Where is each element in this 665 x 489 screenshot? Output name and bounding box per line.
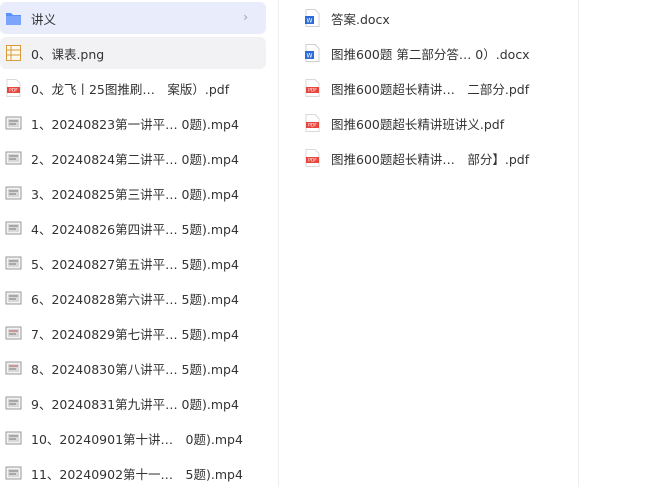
- file-row-6[interactable]: 4、20240826第四讲平… 5题).mp4: [0, 212, 266, 244]
- file-row-11[interactable]: 9、20240831第九讲平… 0题).mp4: [0, 387, 266, 419]
- file-name: 图推600题超长精讲… 二部分.pdf: [331, 81, 530, 97]
- file-name: 图推600题 第二部分答… 0）.docx: [331, 46, 530, 62]
- video-file-icon: [5, 466, 22, 480]
- chevron-right-icon[interactable]: ›: [243, 10, 248, 24]
- pdf-file-icon: PDF: [305, 79, 320, 97]
- video-file-icon: [5, 361, 22, 375]
- file-row-9[interactable]: 7、20240829第七讲平… 5题).mp4: [0, 317, 266, 349]
- video-file-icon: [5, 396, 22, 410]
- file-name: 0、课表.png: [31, 46, 105, 62]
- file-row-right-0[interactable]: W 答案.docx: [304, 2, 574, 34]
- file-name: 9、20240831第九讲平… 0题).mp4: [31, 396, 239, 412]
- file-row-2[interactable]: PDF 0、龙飞丨25图推刷… 案版）.pdf: [0, 72, 266, 104]
- pdf-file-icon: PDF: [305, 114, 320, 132]
- video-file-icon: [5, 431, 22, 445]
- file-row-5[interactable]: 3、20240825第三讲平… 0题).mp4: [0, 177, 266, 209]
- image-file-icon: [6, 45, 21, 61]
- file-row-right-1[interactable]: W 图推600题 第二部分答… 0）.docx: [304, 37, 574, 69]
- file-name: 7、20240829第七讲平… 5题).mp4: [31, 326, 239, 342]
- file-name: 0、龙飞丨25图推刷… 案版）.pdf: [31, 81, 230, 97]
- svg-text:W: W: [307, 18, 313, 25]
- svg-text:W: W: [307, 53, 313, 60]
- svg-text:PDF: PDF: [9, 88, 18, 94]
- folder-icon: [6, 13, 21, 25]
- pdf-file-icon: PDF: [6, 79, 21, 97]
- pdf-file-icon: PDF: [305, 149, 320, 167]
- file-name: 11、20240902第十一… 5题).mp4: [31, 466, 243, 482]
- file-name: 3、20240825第三讲平… 0题).mp4: [31, 186, 239, 202]
- video-file-icon: [5, 291, 22, 305]
- video-file-icon: [5, 326, 22, 340]
- left-file-column: 讲义 › 0、课表.png PDF 0、龙飞丨25图推刷… 案版）.pdf 1、…: [0, 0, 272, 487]
- svg-text:PDF: PDF: [308, 158, 317, 164]
- file-row-right-2[interactable]: PDF 图推600题超长精讲… 二部分.pdf: [304, 72, 574, 104]
- file-name: 答案.docx: [331, 11, 390, 27]
- file-name: 5、20240827第五讲平… 5题).mp4: [31, 256, 239, 272]
- file-name: 10、20240901第十讲… 0题).mp4: [31, 431, 243, 447]
- file-row-right-3[interactable]: PDF 图推600题超长精讲班讲义.pdf: [304, 107, 574, 139]
- file-row-12[interactable]: 10、20240901第十讲… 0题).mp4: [0, 422, 266, 454]
- file-name: 8、20240830第八讲平… 5题).mp4: [31, 361, 239, 377]
- file-row-13[interactable]: 11、20240902第十一… 5题).mp4: [0, 457, 266, 489]
- file-row-7[interactable]: 5、20240827第五讲平… 5题).mp4: [0, 247, 266, 279]
- file-row-10[interactable]: 8、20240830第八讲平… 5题).mp4: [0, 352, 266, 384]
- svg-text:PDF: PDF: [308, 123, 317, 129]
- file-row-right-4[interactable]: PDF 图推600题超长精讲… 部分】.pdf: [304, 142, 574, 174]
- video-file-icon: [5, 116, 22, 130]
- file-name: 4、20240826第四讲平… 5题).mp4: [31, 221, 239, 237]
- file-name: 2、20240824第二讲平… 0题).mp4: [31, 151, 239, 167]
- column-divider[interactable]: [578, 0, 579, 487]
- file-name: 6、20240828第六讲平… 5题).mp4: [31, 291, 239, 307]
- right-file-column: W 答案.docx W 图推600题 第二部分答… 0）.docx PDF 图推…: [296, 0, 578, 487]
- file-row-8[interactable]: 6、20240828第六讲平… 5题).mp4: [0, 282, 266, 314]
- column-divider[interactable]: [278, 0, 279, 487]
- video-file-icon: [5, 221, 22, 235]
- video-file-icon: [5, 151, 22, 165]
- file-row-1[interactable]: 0、课表.png: [0, 37, 266, 69]
- word-file-icon: W: [305, 44, 320, 62]
- file-name: 图推600题超长精讲班讲义.pdf: [331, 116, 505, 132]
- file-name: 讲义: [31, 11, 57, 27]
- file-row-3[interactable]: 1、20240823第一讲平… 0题).mp4: [0, 107, 266, 139]
- word-file-icon: W: [305, 9, 320, 27]
- file-row-4[interactable]: 2、20240824第二讲平… 0题).mp4: [0, 142, 266, 174]
- video-file-icon: [5, 256, 22, 270]
- file-name: 1、20240823第一讲平… 0题).mp4: [31, 116, 239, 132]
- svg-text:PDF: PDF: [308, 88, 317, 94]
- video-file-icon: [5, 186, 22, 200]
- file-name: 图推600题超长精讲… 部分】.pdf: [331, 151, 530, 167]
- file-row-0[interactable]: 讲义 ›: [0, 2, 266, 34]
